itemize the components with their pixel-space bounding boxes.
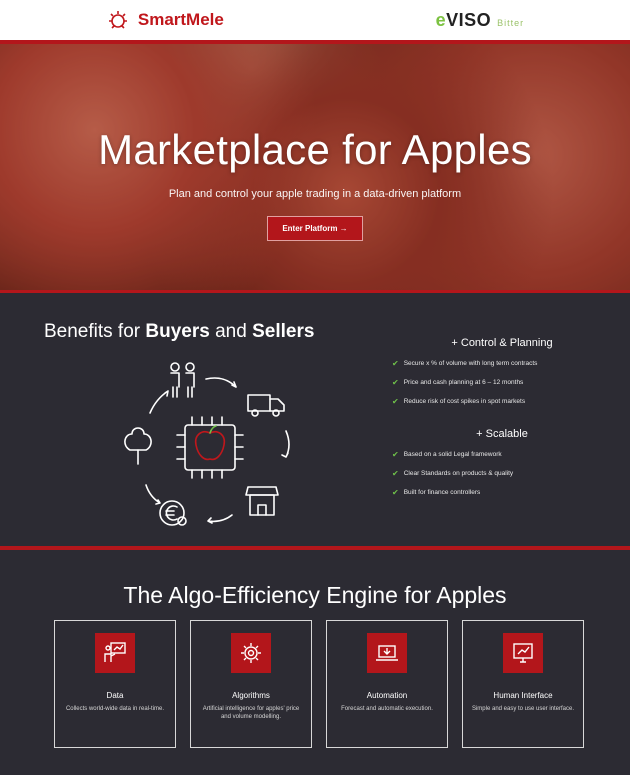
eviso-logo-sub: Bitter xyxy=(497,17,525,28)
list-item: ✔ Built for finance controllers xyxy=(392,488,481,497)
check-icon: ✔ xyxy=(392,450,399,459)
check-icon: ✔ xyxy=(392,488,399,497)
benefits-section: Benefits for Buyers and Sellers + Contro… xyxy=(0,290,630,550)
smartmele-logo-icon xyxy=(108,11,127,29)
list-item: ✔ Reduce risk of cost spikes in spot mark… xyxy=(392,397,526,406)
card-description: Forecast and automatic execution. xyxy=(341,706,433,712)
euro-coin-icon xyxy=(159,500,187,526)
trading-cycle-diagram xyxy=(124,362,290,526)
card-title: Data xyxy=(106,691,124,700)
page: SmartMele eVISO Bitter Marketplace for A… xyxy=(0,0,630,779)
benefit-list-control: ✔ Secure x % of volume with long term con… xyxy=(392,359,612,406)
card-description: Simple and easy to use user interface. xyxy=(471,706,575,712)
arrow-icon xyxy=(149,390,169,414)
benefits-list-column: + Control & Planning ✔ Secure x % of volu… xyxy=(392,337,612,519)
engine-cards: Data Collects world-wide data in real-ti… xyxy=(54,620,584,748)
list-item: ✔ Price and cash planning at 6 – 12 month… xyxy=(392,378,524,387)
check-icon: ✔ xyxy=(392,469,399,478)
check-icon: ✔ xyxy=(392,359,399,368)
laptop-icon xyxy=(367,633,407,673)
list-item: ✔ Based on a solid Legal framework xyxy=(392,450,502,459)
hero-section: Marketplace for Apples Plan and control … xyxy=(0,44,630,290)
hero-title: Marketplace for Apples xyxy=(98,126,532,173)
card-automation[interactable]: Automation Forecast and automatic execut… xyxy=(326,620,448,748)
engine-title: The Algo-Efficiency Engine for Apples xyxy=(123,582,507,608)
smartmele-logo-text: SmartMele xyxy=(137,10,224,29)
list-item: ✔ Secure x % of volume with long term con… xyxy=(392,359,538,368)
card-human-interface[interactable]: Human Interface Simple and easy to use u… xyxy=(462,620,584,748)
arrow-icon xyxy=(281,430,290,458)
arrow-icon xyxy=(145,484,161,505)
card-algorithms[interactable]: Algorithms Artificial intelligence for a… xyxy=(190,620,312,748)
card-title: Algorithms xyxy=(232,691,270,700)
chip-icon xyxy=(176,416,244,479)
benefit-heading-control: + Control & Planning xyxy=(451,337,553,349)
card-description: Collects world-wide data in real-time. xyxy=(65,706,165,712)
check-icon: ✔ xyxy=(392,397,399,406)
header: SmartMele eVISO Bitter xyxy=(0,0,630,44)
arrow-icon xyxy=(205,377,237,388)
card-title: Automation xyxy=(366,691,408,700)
enter-platform-button[interactable]: Enter Platform → xyxy=(267,216,363,241)
screen-chart-icon xyxy=(503,633,543,673)
arrow-icon xyxy=(207,514,233,524)
list-item: ✔ Clear Standards on products & quality xyxy=(392,469,514,478)
apple-icon xyxy=(194,430,226,461)
truck-icon xyxy=(247,394,285,417)
eviso-logo[interactable]: eVISO Bitter xyxy=(436,10,525,31)
shop-icon xyxy=(245,486,279,516)
tree-icon xyxy=(124,427,152,465)
gear-brain-icon xyxy=(231,633,271,673)
card-title: Human Interface xyxy=(493,691,553,700)
benefit-list-scalable: ✔ Based on a solid Legal framework ✔ Clear… xyxy=(392,450,612,497)
card-description: Artificial intelligence for apples' pric… xyxy=(202,706,300,720)
hero-subtitle: Plan and control your apple trading in a… xyxy=(168,188,462,200)
eviso-logo-text: eVISO xyxy=(435,9,492,30)
chart-board-icon xyxy=(95,633,135,673)
engine-section: The Algo-Efficiency Engine for Apples Da… xyxy=(0,550,630,775)
benefits-title: Benefits for Buyers and Sellers xyxy=(44,321,315,342)
card-data[interactable]: Data Collects world-wide data in real-ti… xyxy=(54,620,176,748)
check-icon: ✔ xyxy=(392,378,399,387)
benefit-heading-scalable: + Scalable xyxy=(476,428,528,440)
smartmele-logo[interactable]: SmartMele xyxy=(106,8,224,32)
people-icon xyxy=(170,362,195,398)
